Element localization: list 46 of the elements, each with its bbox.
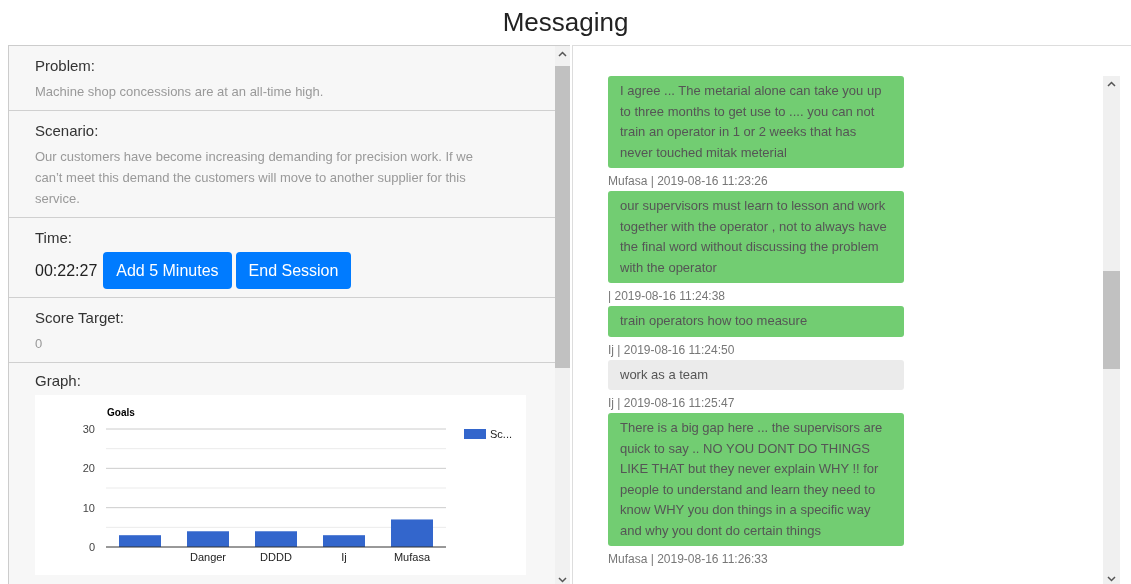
scrollbar-thumb[interactable]	[1103, 271, 1120, 369]
axis-label: Mufasa	[393, 551, 431, 563]
message-bubble: I agree ... The metarial alone can take you up to three months to get use to .... you can not train an operator in 1 or 2 weeks that has never touched mitak meterial	[608, 76, 904, 168]
section-text: 0	[35, 335, 44, 353]
axis-label: 0	[88, 541, 95, 553]
bar	[323, 535, 365, 547]
timer-text: 00:22:27	[35, 260, 98, 281]
message-bubble: work as a team	[608, 359, 904, 390]
section-label: Problem:	[35, 56, 97, 76]
bar	[187, 531, 229, 547]
scroll-down-icon[interactable]	[558, 577, 567, 583]
scroll-up-icon[interactable]	[1107, 81, 1116, 87]
message-meta: Ij | 2019-08-16 11:25:47	[608, 395, 736, 411]
section-label: Graph:	[35, 371, 82, 391]
message-meta: | 2019-08-16 11:24:38	[608, 288, 726, 304]
scrollbar[interactable]	[555, 46, 570, 584]
scroll-up-icon[interactable]	[558, 51, 567, 57]
section-label: Scenario:	[35, 121, 100, 141]
session-button[interactable]: Add 5 Minutes	[103, 252, 232, 289]
message-bubble: train operators how too measure	[608, 306, 904, 337]
axis-label: Danger	[189, 551, 227, 563]
scrollbar[interactable]	[1103, 76, 1120, 584]
axis-label: 30	[82, 423, 95, 435]
scrollbar-thumb[interactable]	[555, 66, 570, 368]
axis-label: 10	[82, 501, 95, 514]
axis-label: DDDD	[260, 551, 292, 563]
message-bubble: There is a big gap here ... the supervisors are quick to say .. NO YOU DONT DO THINGS LIKE THAT but they never explain WHY !! for people to understand and learn they need to know WHY you don things in a specific way and why you dont do certain things	[608, 413, 904, 546]
axis-label: Ij	[341, 551, 347, 563]
message-meta: Mufasa | 2019-08-16 11:26:33	[608, 551, 769, 567]
bar	[119, 535, 161, 547]
scroll-down-icon[interactable]	[1107, 576, 1116, 582]
session-button[interactable]: End Session	[235, 252, 352, 289]
axis-label: 20	[82, 462, 95, 475]
bar	[391, 519, 433, 547]
section-text: Our customers have become increasing demanding for precision work. If we can’t meet this demand the customers will move to another supplier for this service.	[35, 148, 474, 208]
legend-label: Sc...	[490, 428, 512, 440]
chart-title: Goals	[107, 407, 135, 418]
message-meta: Mufasa | 2019-08-16 11:23:26	[608, 173, 769, 189]
message-bubble: our supervisors must learn to lesson and work together with the operator , not to always have the final word without discussing the problem with the operator	[608, 191, 904, 283]
legend-swatch	[464, 429, 486, 439]
section-label: Time:	[35, 228, 73, 248]
message-meta: Ij | 2019-08-16 11:24:50	[608, 341, 736, 358]
section-label: Score Target:	[35, 308, 125, 328]
page-title: Messaging	[501, 6, 630, 39]
bar	[255, 531, 297, 547]
section-text: Machine shop concessions are at an all-time high.	[35, 83, 325, 101]
